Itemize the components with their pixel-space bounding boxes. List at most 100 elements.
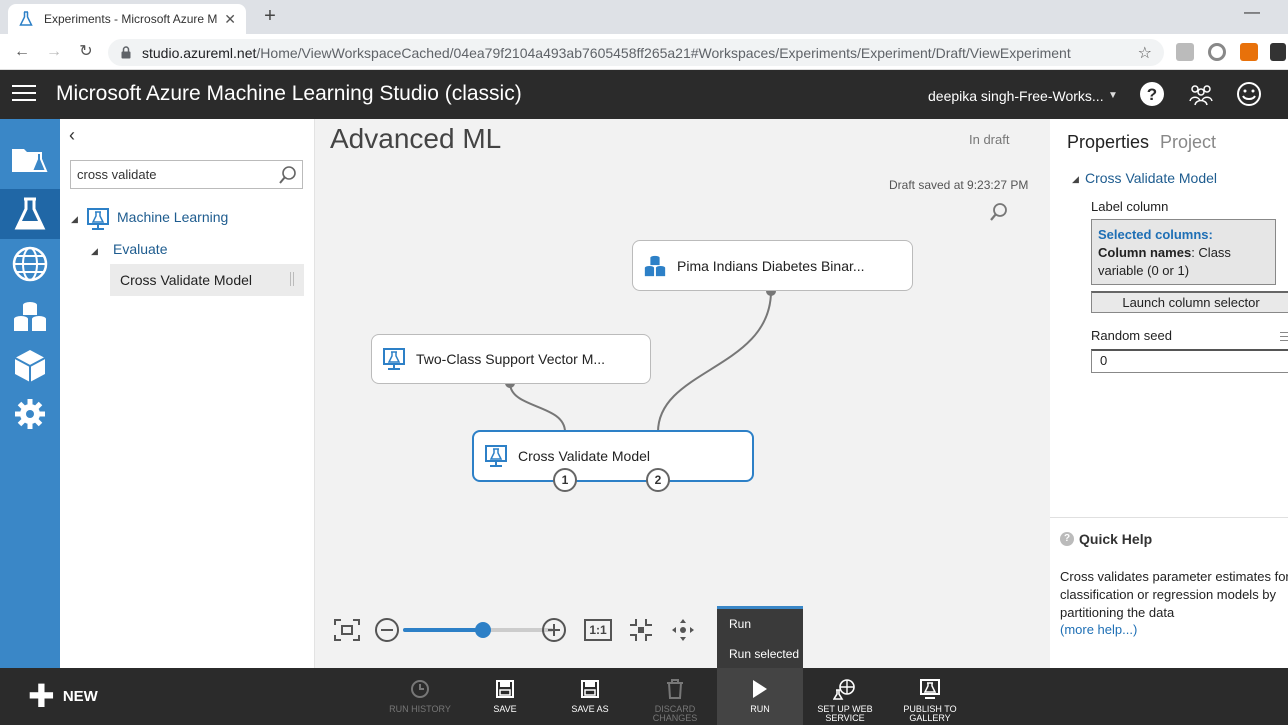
extension-circle-icon[interactable] [1208, 43, 1226, 61]
app-header: Microsoft Azure Machine Learning Studio … [0, 70, 1288, 119]
palette-module-label: Cross Validate Model [120, 272, 253, 288]
zoom-slider-fill [403, 628, 483, 632]
collapse-palette-icon[interactable]: ‹ [69, 125, 75, 146]
search-icon[interactable] [278, 165, 298, 185]
zoom-slider[interactable] [403, 622, 553, 638]
output-port-1[interactable]: 1 [553, 468, 577, 492]
run-dropdown-menu: Run Run selected [717, 606, 803, 668]
rail-web-services[interactable] [0, 239, 60, 289]
run-label: RUN [750, 704, 770, 714]
forward-icon[interactable]: → [44, 42, 64, 62]
feedback-smiley-icon[interactable] [1236, 81, 1262, 107]
zoom-slider-thumb[interactable] [474, 622, 491, 638]
connection-wires [505, 286, 776, 436]
browser-tab[interactable]: Experiments - Microsoft Azure M ✕ [8, 4, 246, 34]
flask-icon [18, 11, 34, 27]
save-button[interactable]: SAVE [465, 678, 545, 714]
actual-size-label: 1:1 [584, 619, 612, 641]
dataset-node-label: Pima Indians Diabetes Binar... [677, 257, 865, 274]
extension-orange-icon[interactable] [1240, 43, 1258, 61]
rail-experiments[interactable] [0, 189, 60, 239]
trained-model-icon [484, 444, 508, 468]
palette-search-input[interactable] [77, 167, 267, 182]
set-up-web-service-button[interactable]: SET UP WEB SERVICE [805, 678, 885, 723]
drag-grip-icon[interactable] [290, 272, 294, 286]
tab-properties[interactable]: Properties [1067, 132, 1149, 153]
svm-node-label: Two-Class Support Vector M... [416, 351, 606, 367]
run-button[interactable]: RUN [717, 668, 803, 725]
save-as-button[interactable]: SAVE AS [550, 678, 630, 714]
zoom-in-icon[interactable] [540, 616, 568, 644]
more-help-link[interactable]: (more help...) [1060, 622, 1137, 637]
quick-help-text: Cross validates parameter estimates for … [1060, 569, 1288, 620]
reload-icon[interactable]: ↻ [76, 42, 96, 62]
help-icon[interactable]: ? [1139, 81, 1165, 107]
trash-icon [635, 678, 715, 700]
menu-item-run[interactable]: Run [717, 609, 803, 639]
play-icon [717, 678, 803, 700]
save-icon [465, 678, 545, 700]
experiment-canvas[interactable]: Advanced ML In draft Draft saved at 9:23… [315, 119, 1050, 668]
close-icon[interactable]: ✕ [224, 11, 236, 28]
plus-icon: ✚ [28, 678, 55, 714]
svm-node[interactable]: Two-Class Support Vector M... [371, 334, 651, 384]
community-icon[interactable] [1188, 81, 1214, 107]
output-port-2[interactable]: 2 [646, 468, 670, 492]
new-button-label: NEW [62, 687, 98, 705]
machine-learning-icon [87, 208, 109, 230]
palette-search[interactable] [70, 160, 303, 189]
bookmark-star-icon[interactable]: ☆ [1138, 43, 1152, 63]
rail-datasets[interactable] [0, 291, 60, 341]
random-seed-label: Random seed [1091, 328, 1172, 343]
extension-dark-icon[interactable] [1270, 43, 1286, 61]
palette-module-cross-validate[interactable]: Cross Validate Model [110, 264, 304, 296]
left-nav-rail [0, 119, 60, 668]
gear-icon [15, 399, 45, 429]
rail-settings[interactable] [0, 389, 60, 439]
new-tab-button[interactable]: + [258, 5, 282, 29]
expand-triangle-icon[interactable]: ◢ [1072, 174, 1079, 185]
help-circle-icon: ? [1060, 532, 1074, 546]
properties-section-title[interactable]: Cross Validate Model [1085, 170, 1217, 186]
dataset-node[interactable]: Pima Indians Diabetes Binar... [632, 240, 913, 291]
parameter-menu-icon[interactable] [1280, 332, 1288, 344]
url-bar[interactable]: studio.azureml.net/Home/ViewWorkspaceCac… [108, 39, 1164, 66]
random-seed-input[interactable]: 0 [1091, 349, 1288, 373]
pan-icon[interactable] [669, 616, 697, 644]
rail-projects[interactable] [0, 134, 60, 184]
clock-icon [380, 678, 460, 700]
new-button[interactable]: ✚ NEW [28, 678, 98, 714]
label-column-label: Label column [1091, 199, 1169, 214]
launch-column-selector-button[interactable]: Launch column selector [1091, 291, 1288, 313]
menu-item-run-selected[interactable]: Run selected [717, 639, 803, 669]
dataset-icon [643, 254, 667, 278]
zoom-toolbar: 1:1 [333, 616, 723, 644]
tree-subcategory-evaluate[interactable]: Evaluate [113, 241, 167, 257]
extension-icon[interactable] [1176, 43, 1194, 61]
minimize-button[interactable]: — [1244, 4, 1260, 22]
chevron-down-icon[interactable]: ▼ [1108, 90, 1118, 101]
quick-help-panel: ? Quick Help Cross validates parameter e… [1050, 517, 1288, 668]
web-service-icon [805, 678, 885, 700]
tree-category-machine-learning[interactable]: Machine Learning [117, 209, 228, 225]
cross-validate-node[interactable]: Cross Validate Model [472, 430, 754, 482]
rail-trained-models[interactable] [0, 341, 60, 391]
expand-triangle-icon[interactable]: ◢ [91, 246, 98, 257]
discard-changes-button[interactable]: DISCARD CHANGES [635, 678, 715, 723]
tab-project[interactable]: Project [1160, 132, 1216, 153]
zoom-to-selection-icon[interactable] [627, 616, 655, 644]
expand-triangle-icon[interactable]: ◢ [71, 214, 78, 225]
run-history-button[interactable]: RUN HISTORY [380, 678, 460, 714]
gallery-icon [890, 678, 970, 700]
command-bar: ✚ NEW RUN HISTORY SAVE SAVE AS DISCARD C… [0, 668, 1288, 725]
workspace-selector[interactable]: deepika singh-Free-Works... [928, 88, 1104, 104]
publish-to-gallery-button[interactable]: PUBLISH TO GALLERY [890, 678, 970, 723]
fit-to-screen-icon[interactable] [333, 616, 361, 644]
column-names-text: Column names: Class variable (0 or 1) [1098, 244, 1269, 280]
svg-text:?: ? [1147, 85, 1157, 104]
zoom-out-icon[interactable] [373, 616, 401, 644]
back-icon[interactable]: ← [12, 42, 32, 62]
quick-help-title[interactable]: Quick Help [1079, 531, 1152, 547]
hamburger-menu-icon[interactable] [12, 85, 36, 103]
actual-size-button[interactable]: 1:1 [583, 616, 613, 644]
